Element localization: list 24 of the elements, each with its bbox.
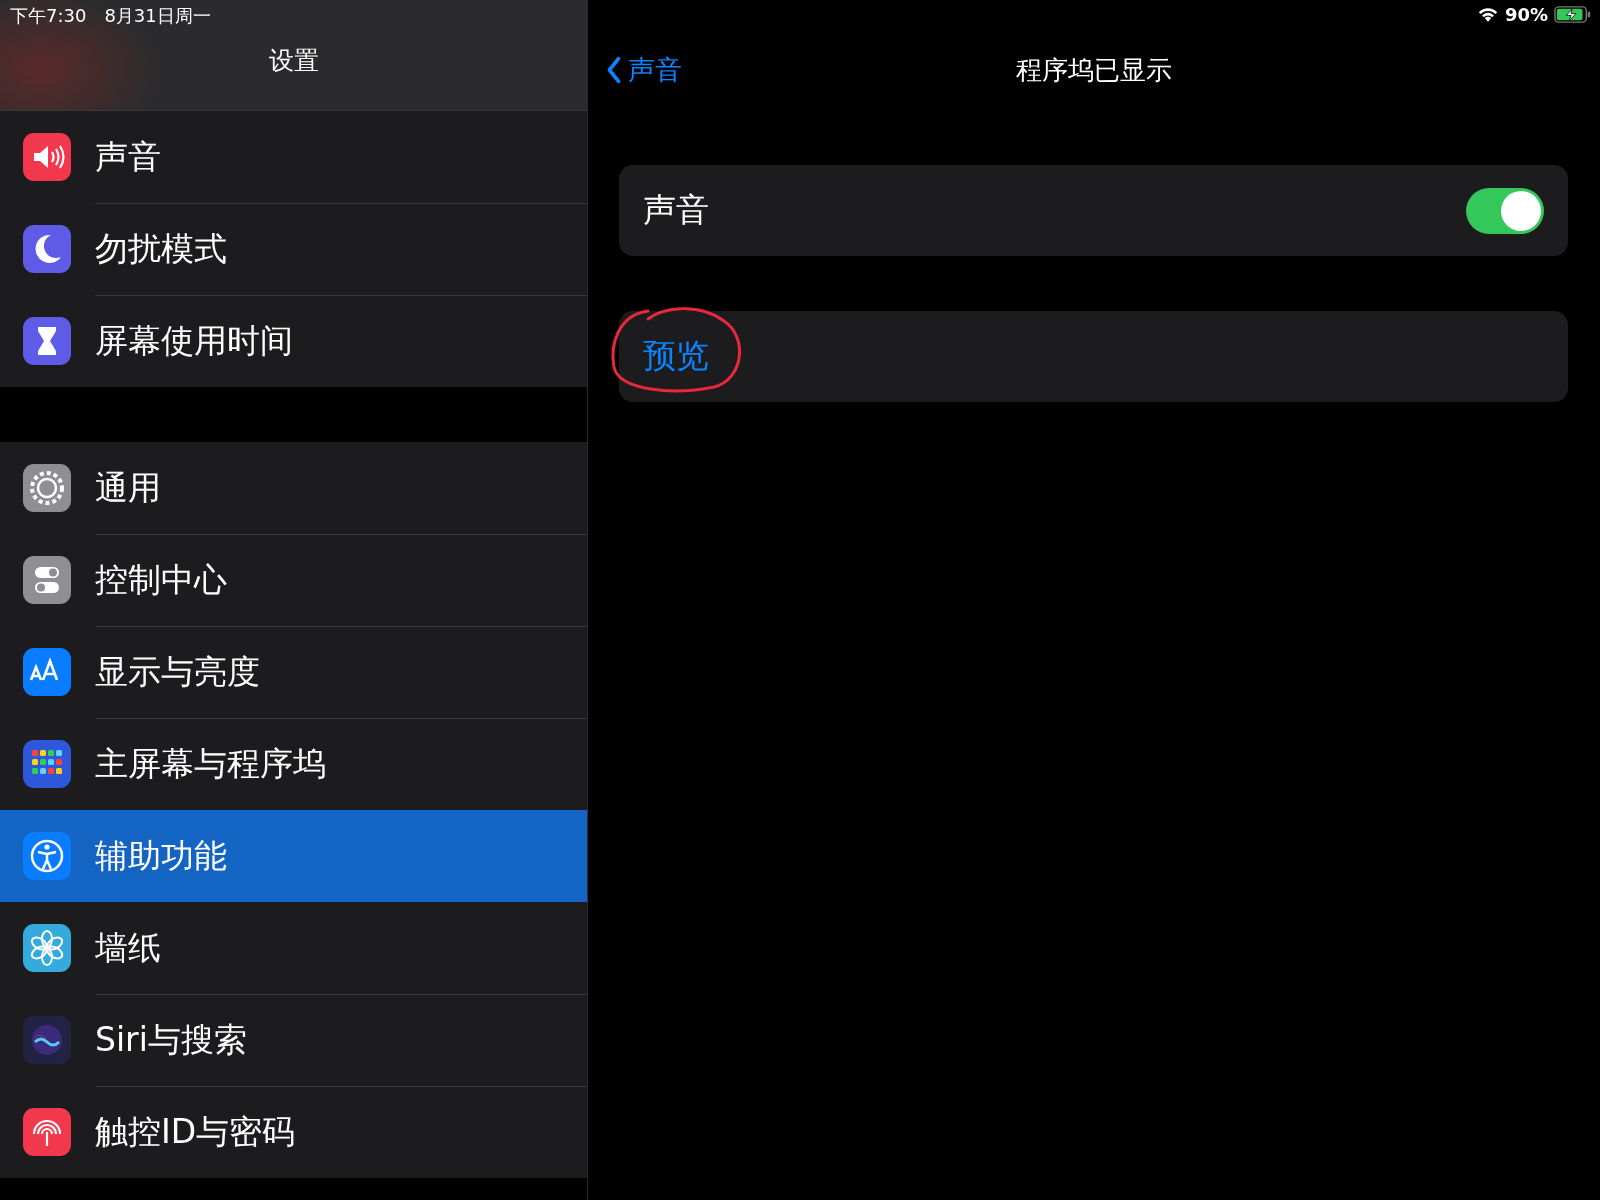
status-date: 8月31日周一 — [104, 4, 211, 28]
settings-item[interactable]: 主屏幕与程序坞 — [0, 718, 587, 810]
status-time: 下午7:30 — [10, 4, 87, 28]
settings-item[interactable]: 控制中心 — [0, 534, 587, 626]
settings-item[interactable]: 显示与亮度 — [0, 626, 587, 718]
settings-item[interactable]: 触控ID与密码 — [0, 1086, 587, 1178]
settings-item[interactable]: 声音 — [0, 111, 587, 203]
toggle-switch[interactable] — [1466, 187, 1544, 234]
settings-item[interactable]: 辅助功能 — [0, 810, 587, 902]
settings-item[interactable]: 墙纸 — [0, 902, 587, 994]
settings-item[interactable]: Siri与搜索 — [0, 994, 587, 1086]
back-button[interactable]: 声音 — [606, 52, 682, 88]
row-label: 声音 — [643, 189, 709, 231]
chevron-left-icon — [606, 55, 622, 85]
settings-item[interactable]: 勿扰模式 — [0, 203, 587, 295]
battery-percent: 90% — [1504, 4, 1548, 25]
settings-item[interactable]: 通用 — [0, 442, 587, 534]
wifi-icon — [1476, 6, 1499, 23]
page-title: 程序坞已显示 — [1016, 53, 1172, 87]
sidebar-title: 设置 — [267, 45, 320, 77]
settings-row[interactable]: 预览 — [619, 311, 1568, 402]
preview-link[interactable]: 预览 — [643, 334, 709, 379]
settings-item[interactable]: 屏幕使用时间 — [0, 295, 587, 387]
battery-icon — [1554, 5, 1592, 24]
